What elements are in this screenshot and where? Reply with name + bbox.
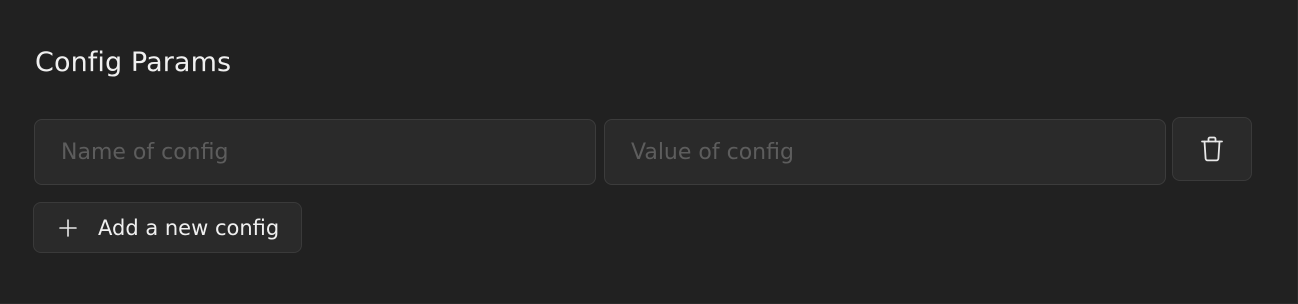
add-config-label: Add a new config xyxy=(98,215,280,240)
add-config-button[interactable]: Add a new config xyxy=(33,202,303,253)
plus-icon xyxy=(58,218,78,238)
section-title: Config Params xyxy=(35,47,232,78)
config-row xyxy=(34,117,1252,186)
config-name-input[interactable] xyxy=(34,119,596,185)
delete-config-button[interactable] xyxy=(1172,117,1252,181)
trash-icon xyxy=(1200,136,1224,162)
config-value-input[interactable] xyxy=(604,119,1166,185)
config-params-panel: Config Params Add a new config xyxy=(0,0,1298,304)
